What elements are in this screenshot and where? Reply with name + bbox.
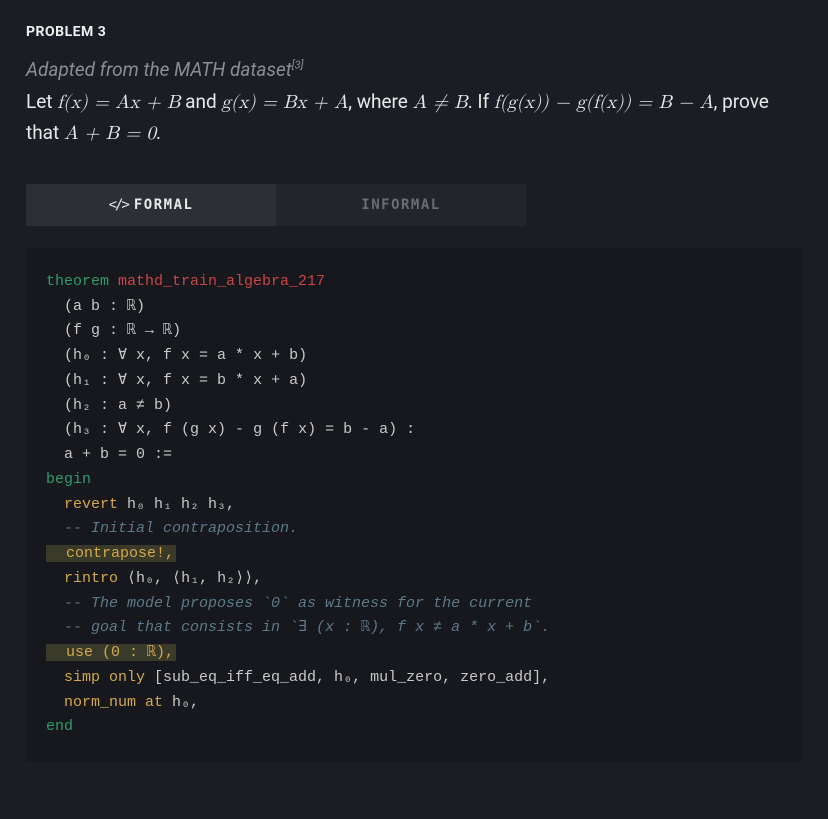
code-line: (h₀ : ∀ x, f x = a * x + b) (46, 347, 307, 364)
tactic-revert: revert (46, 496, 118, 513)
tab-bar: </> FORMAL INFORMAL (26, 184, 802, 226)
theorem-name: mathd_train_algebra_217 (109, 273, 325, 290)
tab-informal-label: INFORMAL (361, 197, 440, 213)
code-args: ⟨h₀, ⟨h₁, h₂⟩⟩, (118, 570, 262, 587)
code-args: h₀ h₁ h₂ h₃, (118, 496, 235, 513)
tab-formal-label: FORMAL (134, 197, 194, 213)
problem-title: PROBLEM 3 (26, 24, 802, 40)
code-line: (h₁ : ∀ x, f x = b * x + a) (46, 372, 307, 389)
adapted-caption: Adapted from the MATH dataset[3] (26, 58, 802, 81)
highlight-use: use (0 : ℝ), (46, 644, 176, 661)
code-comment: -- goal that consists in `∃ (x : ℝ), f x… (46, 619, 550, 636)
code-line: (f g : ℝ → ℝ) (46, 322, 181, 339)
problem-statement: Let f(x) = Ax + B and g(x) = Bx + A, whe… (26, 87, 802, 150)
tactic-simp: simp only (46, 669, 145, 686)
keyword-theorem: theorem (46, 273, 109, 290)
code-comment: -- Initial contraposition. (46, 520, 298, 537)
tab-informal[interactable]: INFORMAL (276, 184, 526, 226)
tab-formal[interactable]: </> FORMAL (26, 184, 276, 226)
code-icon: </> (109, 197, 128, 213)
code-line: (h₃ : ∀ x, f (g x) - g (f x) = b - a) : (46, 421, 415, 438)
code-block: theorem mathd_train_algebra_217 (a b : ℝ… (26, 248, 802, 762)
adapted-text: Adapted from the MATH dataset (26, 58, 292, 81)
tactic-rintro: rintro (46, 570, 118, 587)
tactic-norm-num: norm_num at (46, 694, 163, 711)
code-args: [sub_eq_iff_eq_add, h₀, mul_zero, zero_a… (145, 669, 550, 686)
code-comment: -- The model proposes `0` as witness for… (46, 595, 532, 612)
code-line: (h₂ : a ≠ b) (46, 397, 172, 414)
code-args: h₀, (163, 694, 199, 711)
code-line: (a b : ℝ) (46, 298, 145, 315)
citation-ref: [3] (292, 59, 304, 72)
code-line: a + b = 0 := (46, 446, 172, 463)
highlight-contrapose: contrapose!, (46, 545, 176, 562)
keyword-begin: begin (46, 471, 91, 488)
keyword-end: end (46, 718, 73, 735)
